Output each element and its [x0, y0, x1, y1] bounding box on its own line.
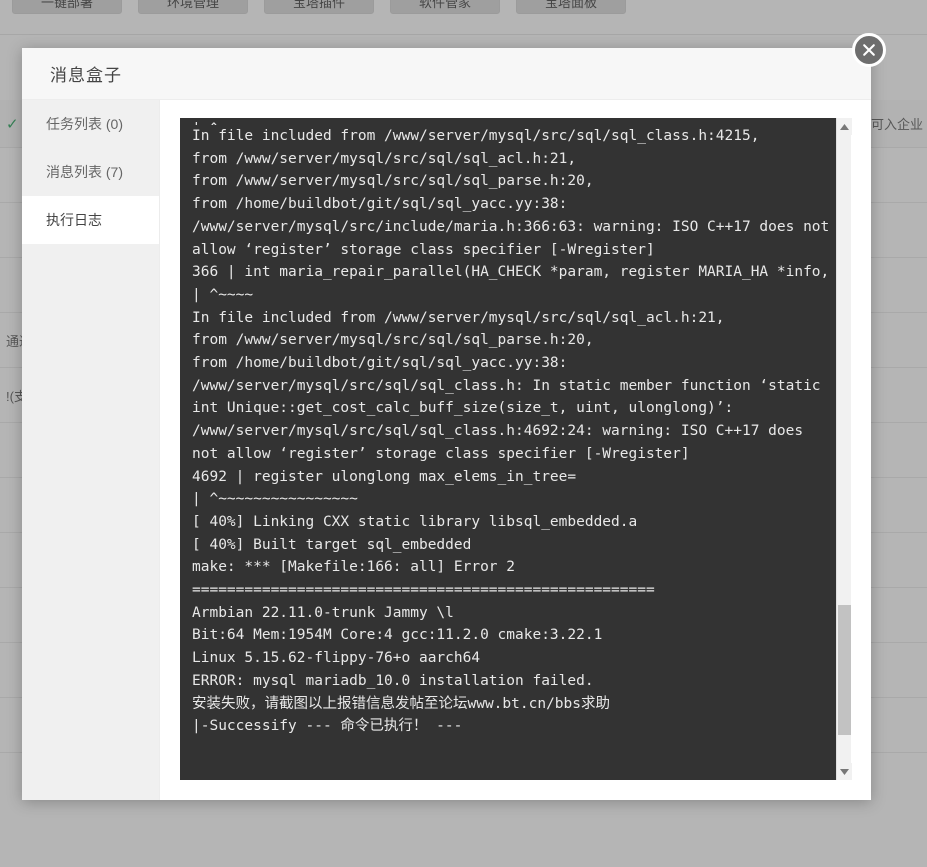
terminal-log-text: In file included from /www/server/mysql/…: [192, 128, 830, 735]
tab-message-list[interactable]: 消息列表 (7): [22, 148, 159, 196]
scroll-up-arrow-icon[interactable]: [836, 118, 852, 135]
close-icon[interactable]: [852, 33, 886, 67]
tab-task-list[interactable]: 任务列表 (0): [22, 100, 159, 148]
message-box-modal: 消息盒子 任务列表 (0) 消息列表 (7) 执行日志 | ^~~~~~~~~~…: [22, 48, 871, 800]
scroll-down-arrow-icon[interactable]: [836, 763, 852, 780]
modal-body: 任务列表 (0) 消息列表 (7) 执行日志 | ^~~~~~~~~~~~~~~…: [22, 100, 871, 800]
terminal-container: | ^~~~~~~~~~~~~~~~~~~ In file included f…: [180, 118, 852, 780]
tab-list-filler: [22, 244, 159, 800]
scrollbar-thumb[interactable]: [837, 605, 851, 735]
modal-tab-list: 任务列表 (0) 消息列表 (7) 执行日志: [22, 100, 160, 800]
tab-label: 执行日志: [46, 212, 102, 228]
terminal-output[interactable]: | ^~~~~~~~~~~~~~~~~~~ In file included f…: [180, 118, 836, 780]
tab-execution-log[interactable]: 执行日志: [22, 196, 159, 244]
modal-title: 消息盒子: [50, 66, 122, 85]
scrollbar-track[interactable]: [837, 135, 852, 763]
execution-log-pane: | ^~~~~~~~~~~~~~~~~~~ In file included f…: [160, 100, 871, 800]
terminal-clipped-line: | ^~~~~~~~~~~~~~~~~~~: [192, 118, 830, 125]
tab-label: 任务列表 (0): [46, 116, 123, 132]
tab-label: 消息列表 (7): [46, 164, 123, 180]
modal-header: 消息盒子: [22, 48, 871, 100]
terminal-scrollbar[interactable]: [836, 118, 852, 780]
